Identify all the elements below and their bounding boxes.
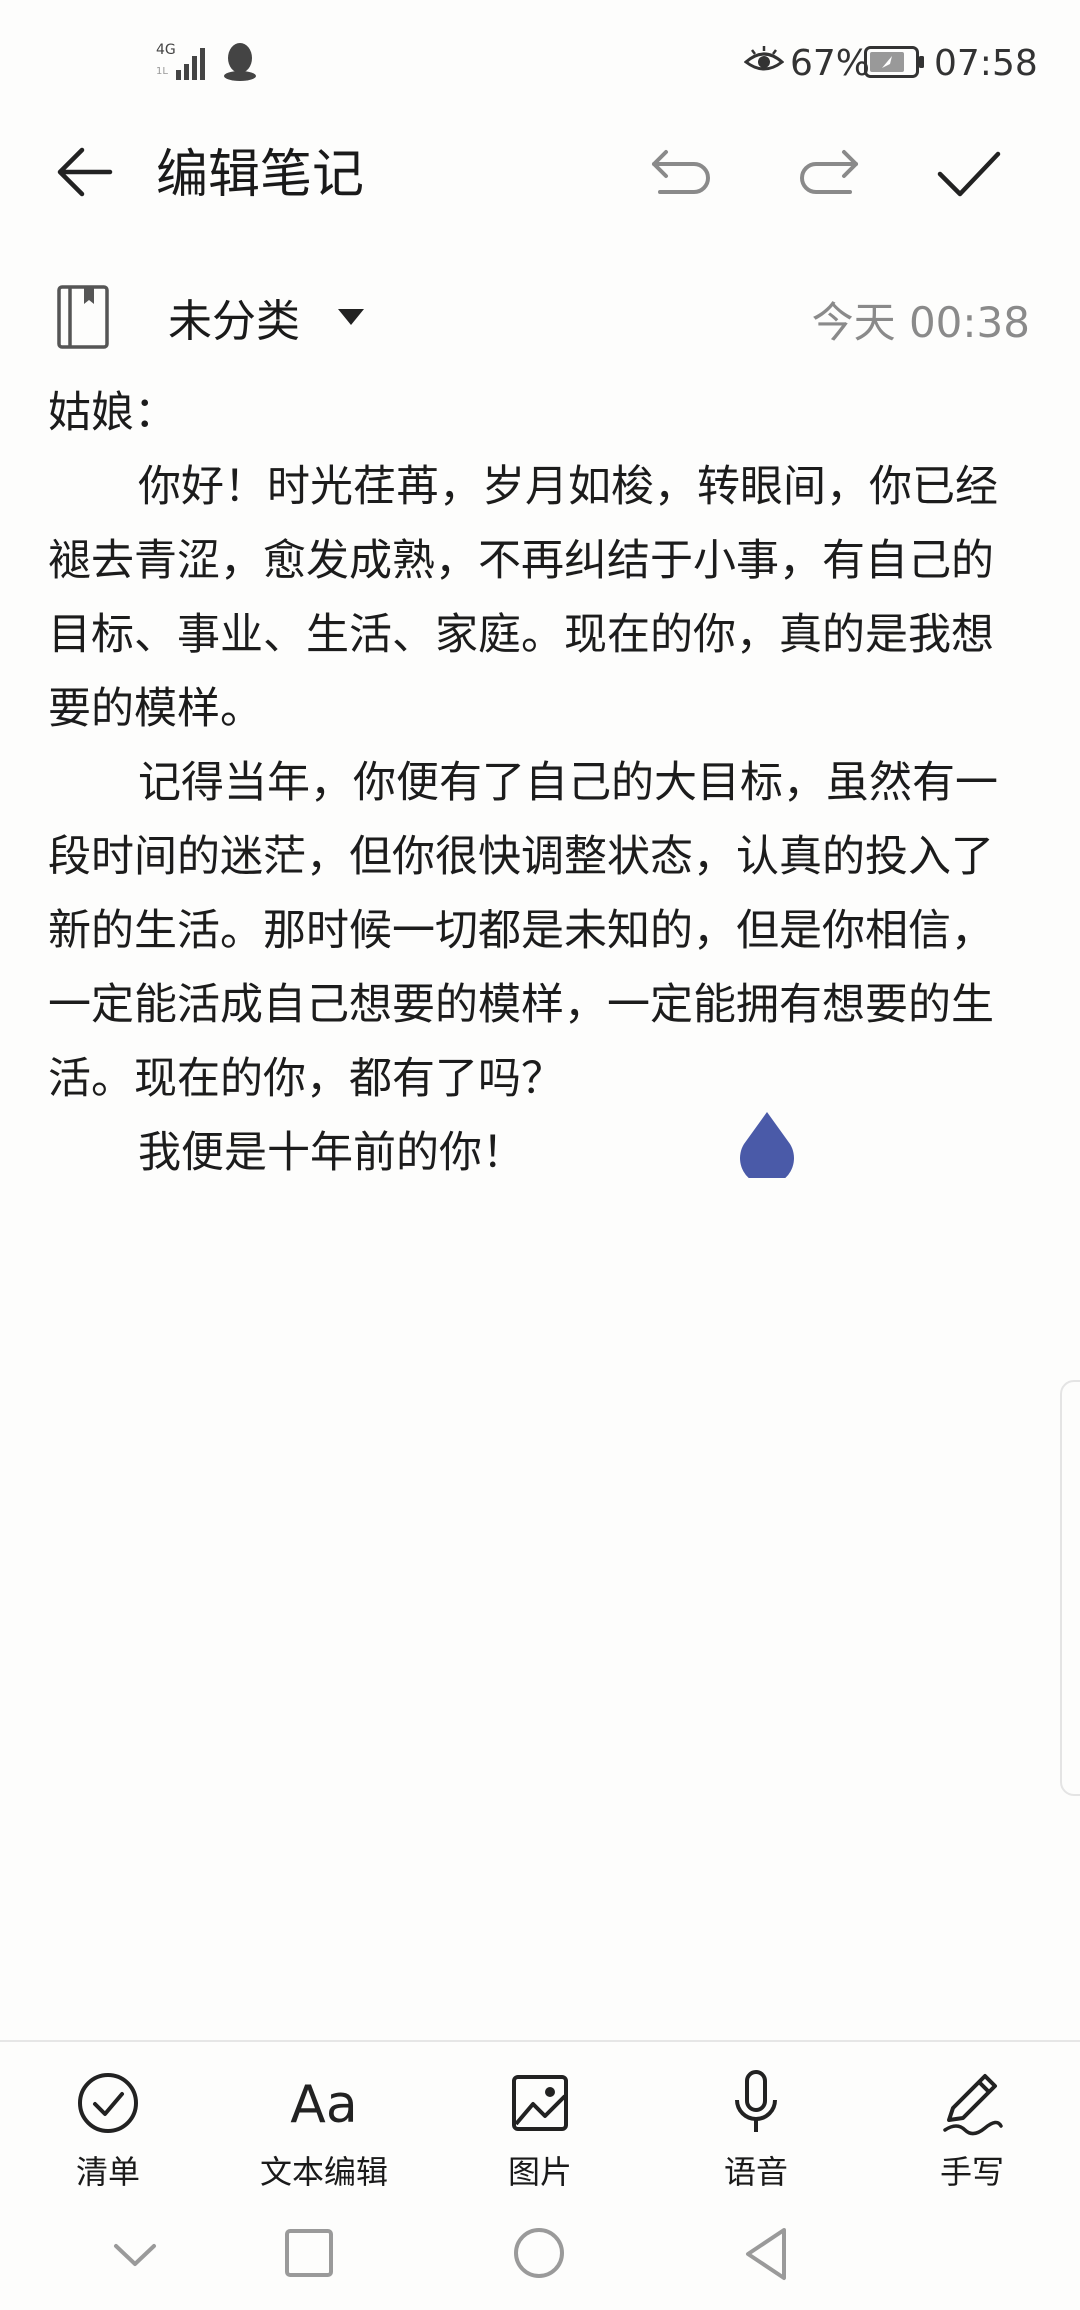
svg-text:1L: 1L — [156, 66, 168, 77]
toolbar-label-voice: 语音 — [723, 2153, 788, 2191]
collapse-icon[interactable] — [112, 2240, 158, 2270]
toolbar-handwriting-button[interactable]: 手写 — [872, 2060, 1072, 2191]
note-timestamp: 今天 00:38 — [811, 298, 1030, 347]
back-arrow-icon[interactable] — [52, 140, 116, 204]
page-title: 编辑笔记 — [156, 145, 365, 205]
signal-icon: 4G 1L — [156, 42, 205, 80]
status-bar: 4G 1L 4G 67% 07:58 — [0, 0, 1080, 120]
clock: 07:58 — [934, 43, 1038, 84]
note-editor[interactable]: 姑娘： 你好！时光荏苒，岁月如梭，转眼间，你已经褪去青涩，愈发成熟，不再纠结于小… — [48, 376, 1008, 1190]
checklist-icon — [78, 2073, 138, 2133]
note-paragraph-1: 你好！时光荏苒，岁月如梭，转眼间，你已经褪去青涩，愈发成熟，不再纠结于小事，有自… — [48, 462, 998, 734]
undo-icon[interactable] — [650, 146, 714, 202]
notebook-icon[interactable] — [56, 284, 112, 350]
text-cursor-handle[interactable] — [738, 1110, 796, 1178]
toolbar-text-format-button[interactable]: Aa 文本编辑 — [224, 2060, 424, 2191]
battery-icon — [864, 46, 924, 78]
qq-icon — [224, 43, 256, 81]
toolbar-label-text-format: 文本编辑 — [259, 2153, 388, 2191]
toolbar-voice-button[interactable]: 语音 — [656, 2060, 856, 2191]
check-icon[interactable] — [936, 146, 1002, 202]
battery-percent: 67% — [790, 43, 871, 84]
toolbar-checklist-button[interactable]: 清单 — [8, 2060, 208, 2191]
toolbar-image-button[interactable]: 图片 — [440, 2060, 640, 2191]
home-icon[interactable] — [512, 2226, 566, 2280]
note-salutation: 姑娘： — [48, 388, 177, 438]
recents-icon[interactable] — [284, 2228, 334, 2278]
note-paragraph-3: 我便是十年前的你！ — [138, 1128, 525, 1178]
svg-text:4G: 4G — [156, 42, 176, 58]
system-nav-bar — [0, 2200, 1080, 2310]
toolbar-divider — [0, 2040, 1080, 2042]
eye-comfort-icon — [744, 46, 784, 71]
handwriting-pen-icon — [943, 2074, 1003, 2136]
svg-text:Aa: Aa — [290, 2075, 357, 2135]
toolbar-label-checklist: 清单 — [75, 2153, 140, 2191]
text-format-icon: Aa — [290, 2075, 357, 2135]
microphone-icon — [735, 2070, 777, 2132]
back-icon[interactable] — [742, 2226, 790, 2282]
network-label: 4G — [152, 40, 153, 41]
note-paragraph-2: 记得当年，你便有了自己的大目标，虽然有一段时间的迷茫，但你很快调整状态，认真的投… — [48, 758, 998, 1104]
side-panel-handle[interactable] — [1060, 1380, 1080, 1796]
toolbar-label-handwriting: 手写 — [939, 2153, 1004, 2191]
image-icon — [512, 2075, 568, 2131]
dropdown-triangle-icon[interactable] — [336, 306, 366, 328]
toolbar-label-image: 图片 — [507, 2153, 572, 2191]
category-dropdown[interactable]: 未分类 — [168, 294, 300, 350]
redo-icon[interactable] — [796, 146, 860, 202]
